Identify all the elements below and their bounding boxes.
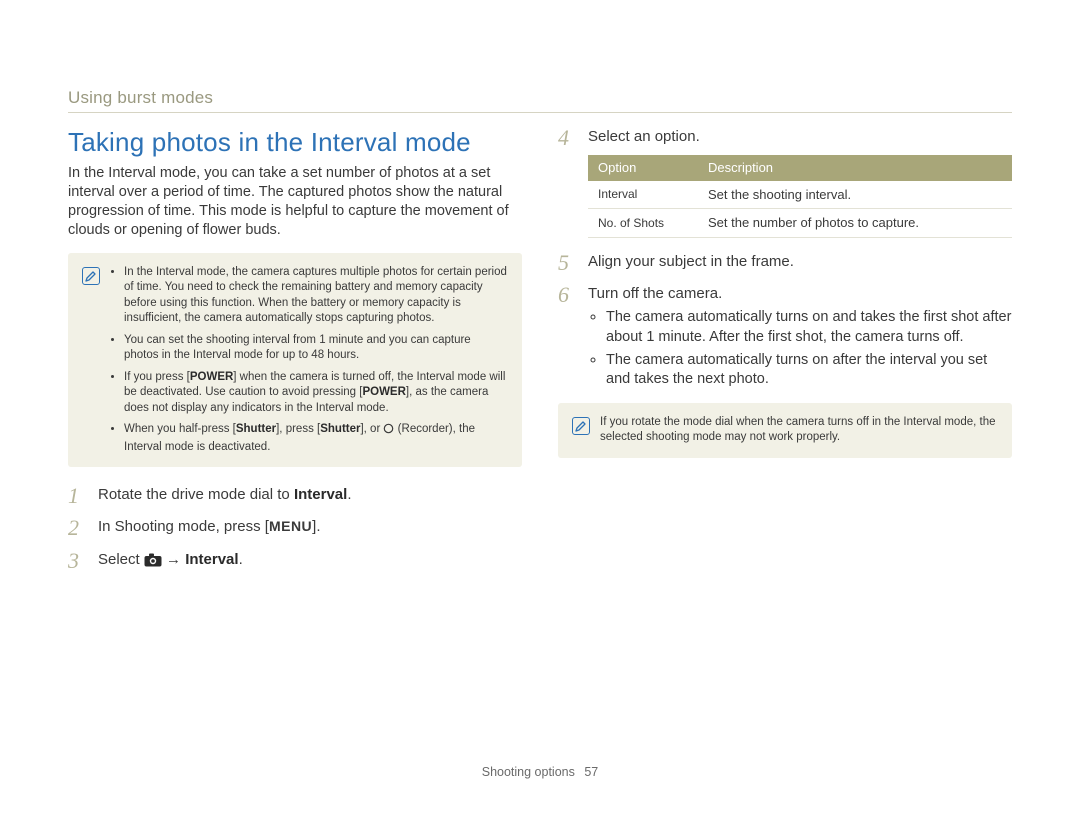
step-number: 5 bbox=[558, 248, 582, 278]
step-5: 5 Align your subject in the frame. bbox=[558, 252, 1012, 272]
option-name: No. of Shots bbox=[588, 209, 698, 238]
table-header-option: Option bbox=[588, 155, 698, 181]
step-number: 6 bbox=[558, 280, 582, 310]
page-title: Taking photos in the Interval mode bbox=[68, 127, 522, 158]
step-number: 1 bbox=[68, 481, 92, 511]
steps-right: 4 Select an option. Option Description I… bbox=[558, 127, 1012, 389]
note-item: When you half-press [Shutter], press [Sh… bbox=[124, 422, 508, 455]
intro-paragraph: In the Interval mode, you can take a set… bbox=[68, 164, 522, 241]
note-icon bbox=[82, 267, 100, 285]
step-number: 2 bbox=[68, 513, 92, 543]
callout-note: In the Interval mode, the camera capture… bbox=[68, 253, 522, 468]
content-columns: Taking photos in the Interval mode In th… bbox=[68, 127, 1012, 582]
menu-label: MENU bbox=[269, 518, 312, 534]
step-3: 3 Select → Interval. bbox=[68, 550, 522, 570]
note-icon bbox=[572, 417, 590, 435]
steps-left: 1 Rotate the drive mode dial to Interval… bbox=[68, 485, 522, 570]
step-4: 4 Select an option. Option Description I… bbox=[558, 127, 1012, 238]
step-1: 1 Rotate the drive mode dial to Interval… bbox=[68, 485, 522, 505]
page-number: 57 bbox=[584, 765, 598, 779]
section-rule bbox=[68, 112, 1012, 113]
options-table: Option Description Interval Set the shoo… bbox=[588, 155, 1012, 238]
right-column: 4 Select an option. Option Description I… bbox=[558, 127, 1012, 582]
left-column: Taking photos in the Interval mode In th… bbox=[68, 127, 522, 582]
note-item: If you press [POWER] when the camera is … bbox=[124, 370, 508, 417]
recorder-icon bbox=[383, 423, 394, 440]
option-name: Interval bbox=[588, 181, 698, 209]
table-row: No. of Shots Set the number of photos to… bbox=[588, 209, 1012, 238]
step-number: 3 bbox=[68, 546, 92, 576]
note-item: You can set the shooting interval from 1… bbox=[124, 333, 508, 364]
step-6: 6 Turn off the camera. The camera automa… bbox=[558, 284, 1012, 389]
section-label: Using burst modes bbox=[68, 88, 1012, 108]
pencil-icon bbox=[85, 270, 97, 282]
table-row: Interval Set the shooting interval. bbox=[588, 181, 1012, 209]
option-description: Set the shooting interval. bbox=[698, 181, 1012, 209]
footer: Shooting options 57 bbox=[0, 765, 1080, 779]
list-item: The camera automatically turns on and ta… bbox=[606, 308, 1012, 346]
option-description: Set the number of photos to capture. bbox=[698, 209, 1012, 238]
note-list: In the Interval mode, the camera capture… bbox=[110, 265, 508, 456]
list-item: The camera automatically turns on after … bbox=[606, 351, 1012, 389]
note-text: If you rotate the mode dial when the cam… bbox=[600, 415, 998, 446]
page: Using burst modes Taking photos in the I… bbox=[0, 0, 1080, 815]
step-2: 2 In Shooting mode, press [MENU]. bbox=[68, 517, 522, 537]
pencil-icon bbox=[575, 420, 587, 432]
note-item: In the Interval mode, the camera capture… bbox=[124, 265, 508, 327]
step-6-bullets: The camera automatically turns on and ta… bbox=[588, 308, 1012, 389]
footer-section: Shooting options bbox=[482, 765, 575, 779]
camera-icon bbox=[144, 553, 162, 567]
table-header-description: Description bbox=[698, 155, 1012, 181]
step-number: 4 bbox=[558, 123, 582, 153]
callout-note: If you rotate the mode dial when the cam… bbox=[558, 403, 1012, 458]
